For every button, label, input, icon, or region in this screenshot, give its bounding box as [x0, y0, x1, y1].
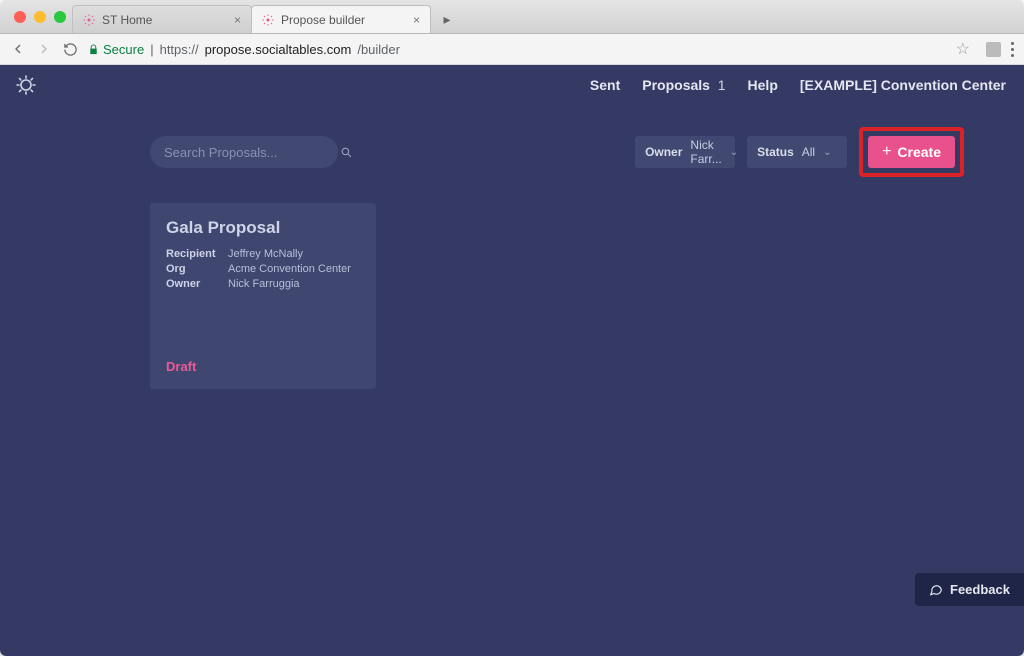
nav-proposals[interactable]: Proposals 1 — [642, 77, 725, 93]
create-button-label: Create — [897, 144, 941, 160]
chat-icon — [929, 583, 943, 597]
proposal-org-row: Org Acme Convention Center — [166, 263, 360, 275]
close-tab-icon[interactable]: × — [234, 13, 241, 27]
back-button[interactable] — [10, 41, 26, 57]
org-label: Org — [166, 263, 228, 275]
new-tab-button[interactable]: ▸ — [436, 9, 458, 29]
nav-proposals-count: 1 — [718, 77, 726, 93]
close-tab-icon[interactable]: × — [413, 13, 420, 27]
filters: Owner Nick Farr... ⌄ Status All ⌄ + Crea… — [635, 127, 964, 177]
gear-icon — [83, 14, 95, 26]
content-area: Owner Nick Farr... ⌄ Status All ⌄ + Crea… — [0, 105, 1024, 389]
app-header: Sent Proposals 1 Help [EXAMPLE] Conventi… — [0, 65, 1024, 105]
chevron-down-icon: ⌄ — [823, 147, 831, 158]
browser-window: ST Home × Propose builder × ▸ Secure — [0, 0, 1024, 656]
nav-proposals-label: Proposals — [642, 77, 710, 93]
url-field[interactable]: Secure | https:// propose.socialtables.co… — [88, 42, 946, 57]
tab-bar: ST Home × Propose builder × ▸ — [0, 0, 1024, 34]
window-controls — [8, 11, 72, 33]
tab-label: ST Home — [102, 13, 152, 27]
nav-right: Sent Proposals 1 Help [EXAMPLE] Conventi… — [590, 77, 1006, 93]
nav-org[interactable]: [EXAMPLE] Convention Center — [800, 77, 1006, 93]
proposal-title: Gala Proposal — [166, 218, 360, 238]
reload-button[interactable] — [62, 41, 78, 57]
app-root: Sent Proposals 1 Help [EXAMPLE] Conventi… — [0, 65, 1024, 656]
nav-sent[interactable]: Sent — [590, 77, 620, 93]
recipient-value: Jeffrey McNally — [228, 248, 303, 260]
feedback-button[interactable]: Feedback — [915, 573, 1024, 606]
maximize-window-button[interactable] — [54, 11, 66, 23]
chevron-down-icon: ⌄ — [730, 147, 738, 158]
search-icon — [340, 146, 353, 159]
url-separator: | — [150, 42, 153, 57]
recipient-label: Recipient — [166, 248, 228, 260]
search-field[interactable] — [150, 136, 338, 168]
secure-indicator: Secure — [88, 42, 144, 57]
tab-st-home[interactable]: ST Home × — [72, 5, 252, 33]
url-path: /builder — [357, 42, 400, 57]
minimize-window-button[interactable] — [34, 11, 46, 23]
gear-icon — [262, 14, 274, 26]
create-button[interactable]: + Create — [868, 136, 955, 168]
forward-button[interactable] — [36, 41, 52, 57]
lock-icon — [88, 44, 99, 55]
create-highlight: + Create — [859, 127, 964, 177]
close-window-button[interactable] — [14, 11, 26, 23]
status-filter-label: Status — [757, 145, 794, 159]
owner-value: Nick Farruggia — [228, 278, 300, 290]
toolbar: Owner Nick Farr... ⌄ Status All ⌄ + Crea… — [150, 127, 964, 177]
search-input[interactable] — [164, 145, 340, 160]
proposal-recipient-row: Recipient Jeffrey McNally — [166, 248, 360, 260]
plus-icon: + — [882, 144, 891, 160]
status-filter[interactable]: Status All ⌄ — [747, 136, 847, 168]
owner-filter-label: Owner — [645, 145, 682, 159]
proposal-card[interactable]: Gala Proposal Recipient Jeffrey McNally … — [150, 203, 376, 389]
status-filter-value: All — [802, 145, 815, 159]
owner-label: Owner — [166, 278, 228, 290]
nav-help[interactable]: Help — [748, 77, 778, 93]
owner-filter[interactable]: Owner Nick Farr... ⌄ — [635, 136, 735, 168]
url-scheme: https:// — [160, 42, 199, 57]
tab-label: Propose builder — [281, 13, 365, 27]
bookmark-icon[interactable]: ☆ — [956, 39, 970, 59]
address-bar: Secure | https:// propose.socialtables.co… — [0, 34, 1024, 65]
org-value: Acme Convention Center — [228, 263, 351, 275]
brand-icon[interactable] — [14, 73, 38, 97]
proposal-owner-row: Owner Nick Farruggia — [166, 278, 360, 290]
url-host: propose.socialtables.com — [205, 42, 352, 57]
status-badge: Draft — [166, 359, 360, 374]
owner-filter-value: Nick Farr... — [690, 138, 721, 166]
extension-icon[interactable] — [986, 42, 1001, 57]
secure-label: Secure — [103, 42, 144, 57]
tab-propose-builder[interactable]: Propose builder × — [251, 5, 431, 33]
feedback-label: Feedback — [950, 582, 1010, 597]
browser-menu-button[interactable] — [1011, 42, 1014, 57]
